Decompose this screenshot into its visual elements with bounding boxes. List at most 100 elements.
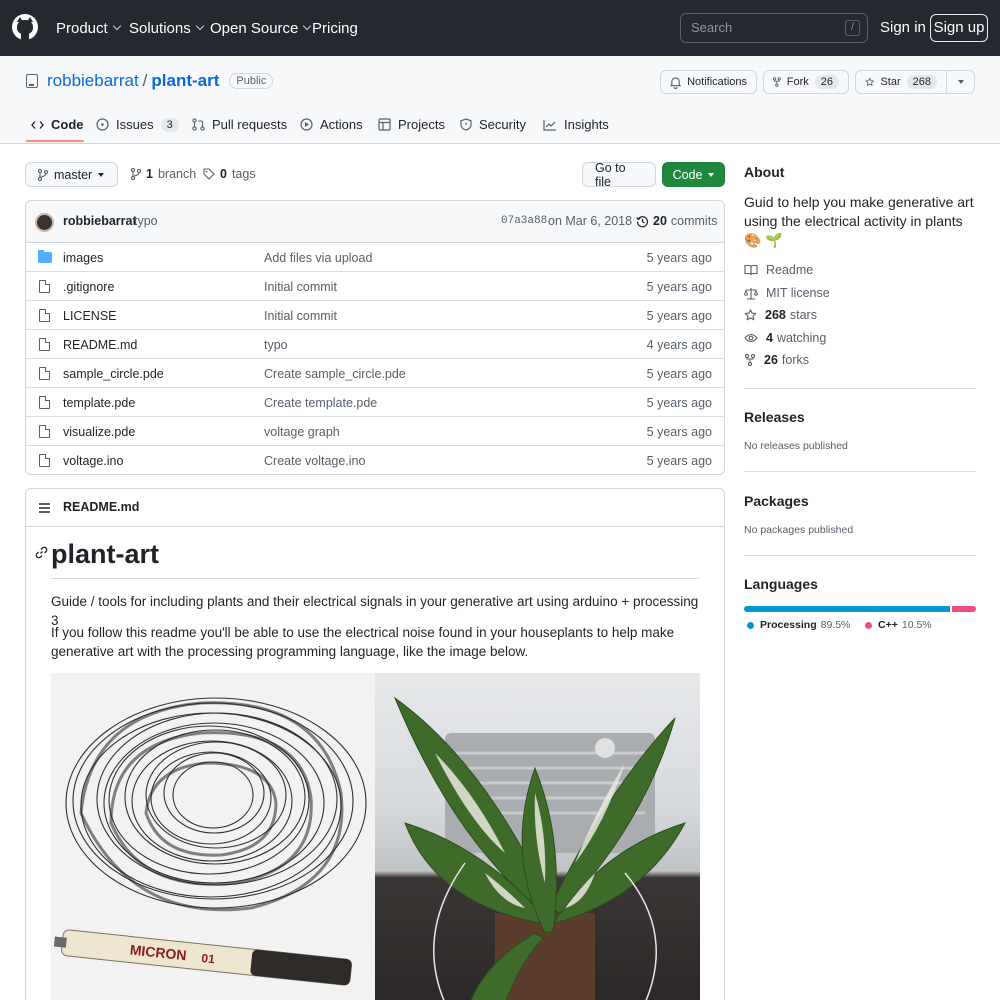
star-button[interactable]: Star 268 — [855, 70, 947, 94]
commit-hash-link[interactable]: 07a3a88 — [501, 215, 547, 227]
tab-issues-label: Issues — [116, 117, 154, 132]
tab-issues[interactable]: Issues 3 — [96, 117, 179, 132]
releases-heading[interactable]: Releases — [744, 409, 805, 425]
language-processing[interactable]: Processing 89.5% — [747, 619, 850, 631]
file-commit-message[interactable]: Create template.pde — [264, 396, 377, 410]
search-input[interactable]: Search / — [680, 13, 868, 43]
nav-pricing[interactable]: Pricing — [312, 19, 358, 37]
heading-divider — [51, 578, 700, 579]
language-cpp[interactable]: C++ 10.5% — [865, 619, 932, 631]
file-commit-message[interactable]: typo — [264, 338, 288, 352]
code-button[interactable]: Code — [662, 162, 725, 187]
file-name-link[interactable]: voltage.ino — [63, 454, 123, 468]
file-icon — [39, 425, 50, 438]
file-name-link[interactable]: sample_circle.pde — [63, 367, 164, 381]
nav-product[interactable]: Product — [56, 19, 121, 37]
file-age: 5 years ago — [646, 454, 712, 468]
readme-header: README.md — [26, 489, 724, 527]
file-commit-message[interactable]: voltage graph — [264, 425, 340, 439]
issues-count: 3 — [160, 117, 179, 132]
repo-owner-link[interactable]: robbiebarrat — [47, 71, 139, 91]
tab-actions[interactable]: Actions — [300, 117, 363, 132]
repo-name-link[interactable]: plant-art — [151, 71, 219, 91]
tab-insights[interactable]: Insights — [543, 117, 609, 132]
file-name-link[interactable]: LICENSE — [63, 309, 117, 323]
file-name-link[interactable]: .gitignore — [63, 280, 114, 294]
triangle-down-icon — [708, 172, 715, 177]
sign-up-button[interactable]: Sign up — [930, 14, 988, 42]
file-icon — [39, 280, 50, 293]
link-icon[interactable] — [35, 546, 48, 559]
commits-link[interactable]: 20 commits — [636, 214, 717, 228]
star-list-dropdown[interactable] — [946, 70, 975, 94]
watchers-link[interactable]: 4 watching — [744, 331, 826, 345]
tab-pull-requests[interactable]: Pull requests — [192, 117, 287, 132]
tab-code[interactable]: Code — [31, 117, 84, 132]
chevron-down-icon — [303, 21, 312, 31]
packages-heading[interactable]: Packages — [744, 493, 809, 509]
file-icon — [39, 454, 50, 467]
file-row-license[interactable]: LICENSE Initial commit 5 years ago — [26, 301, 724, 330]
commit-message-link[interactable]: typo — [134, 214, 158, 228]
forks-link[interactable]: 26 forks — [744, 353, 809, 367]
file-name-link[interactable]: images — [63, 251, 103, 265]
nav-open-source[interactable]: Open Source — [210, 19, 312, 37]
folder-icon — [38, 250, 52, 263]
commit-date: on Mar 6, 2018 — [548, 214, 633, 228]
tags-link[interactable]: 0 tags — [203, 167, 256, 181]
branch-name: master — [54, 167, 93, 182]
branch-selector[interactable]: master — [25, 162, 118, 187]
readme-link[interactable]: Readme — [744, 263, 813, 277]
tag-icon — [203, 168, 215, 180]
readme-filename-link[interactable]: README.md — [63, 500, 139, 514]
visibility-badge: Public — [229, 73, 274, 89]
file-commit-message[interactable]: Add files via upload — [264, 251, 372, 265]
generative-art-drawing: MICRON 01 — [51, 673, 375, 1000]
file-commit-message[interactable]: Create voltage.ino — [264, 454, 365, 468]
nav-solutions[interactable]: Solutions — [129, 19, 204, 37]
file-row-sample-circle[interactable]: sample_circle.pde Create sample_circle.p… — [26, 359, 724, 388]
github-logo-icon[interactable] — [12, 14, 38, 40]
tab-security[interactable]: Security — [460, 117, 526, 132]
file-row-images[interactable]: images Add files via upload 5 years ago — [26, 243, 724, 272]
readme-image: MICRON 01 — [51, 673, 700, 1000]
file-row-gitignore[interactable]: .gitignore Initial commit 5 years ago — [26, 272, 724, 301]
notifications-button[interactable]: Notifications — [660, 70, 757, 94]
file-row-template[interactable]: template.pde Create template.pde 5 years… — [26, 388, 724, 417]
file-name-link[interactable]: template.pde — [63, 396, 135, 410]
license-link[interactable]: MIT license — [744, 286, 830, 300]
file-commit-message[interactable]: Initial commit — [264, 280, 337, 294]
go-to-file-button[interactable]: Go to file — [582, 161, 656, 189]
file-row-readme[interactable]: README.md typo 4 years ago — [26, 330, 724, 359]
tags-label: tags — [231, 167, 256, 181]
file-commit-message[interactable]: Initial commit — [264, 309, 337, 323]
file-icon — [39, 309, 50, 322]
file-name-link[interactable]: README.md — [63, 338, 137, 352]
bell-icon — [670, 76, 682, 89]
commit-author-link[interactable]: robbiebarrat — [63, 214, 137, 228]
forks-label: forks — [781, 353, 809, 367]
file-row-voltage[interactable]: voltage.ino Create voltage.ino 5 years a… — [26, 446, 724, 474]
issue-icon — [96, 118, 109, 131]
stars-link[interactable]: 268 stars — [744, 308, 817, 322]
sign-in-link[interactable]: Sign in — [880, 19, 926, 36]
star-count: 268 — [906, 75, 937, 89]
watching-label: watching — [776, 331, 827, 345]
packages-empty-text: No packages published — [744, 524, 854, 536]
avatar[interactable] — [35, 213, 54, 232]
file-age: 5 years ago — [646, 280, 712, 294]
readme-heading: plant-art — [51, 539, 159, 569]
branches-link[interactable]: 1 branch — [131, 167, 196, 181]
fork-count: 26 — [814, 75, 839, 89]
stars-count: 268 — [765, 308, 786, 322]
commit-count: 20 — [653, 214, 667, 228]
tab-projects[interactable]: Projects — [378, 117, 445, 132]
file-row-visualize[interactable]: visualize.pde voltage graph 5 years ago — [26, 417, 724, 446]
scribble-art-image: MICRON 01 — [53, 697, 367, 986]
file-commit-message[interactable]: Create sample_circle.pde — [264, 367, 406, 381]
file-name-link[interactable]: visualize.pde — [63, 425, 135, 439]
git-branch-icon — [38, 168, 48, 181]
pull-request-icon — [192, 118, 205, 131]
fork-button[interactable]: Fork 26 — [763, 70, 849, 94]
list-unordered-icon[interactable] — [39, 503, 50, 513]
